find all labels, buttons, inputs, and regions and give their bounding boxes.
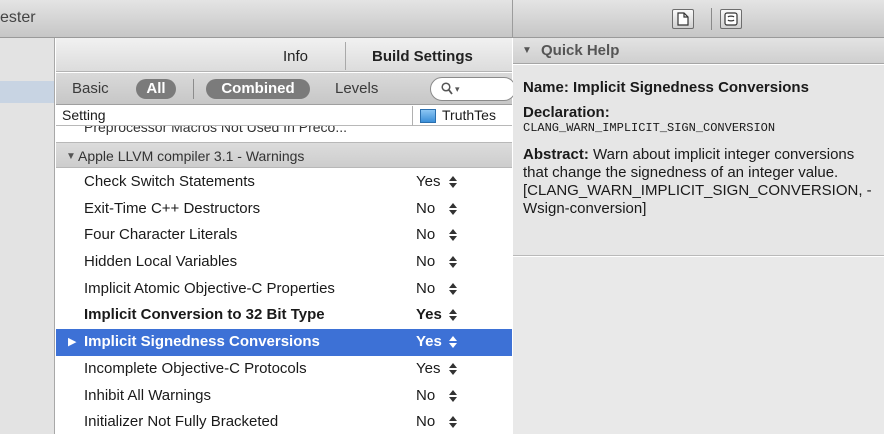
setting-column-label[interactable]: Setting	[62, 107, 106, 123]
abstract-text: Abstract: Warn about implicit integer co…	[523, 146, 874, 218]
popup-stepper-icon[interactable]	[448, 415, 458, 429]
setting-value[interactable]: Yes	[416, 306, 442, 323]
search-input[interactable]	[465, 80, 511, 98]
quick-help-header[interactable]: ▼ Quick Help	[513, 38, 884, 64]
basic-filter-button[interactable]: Basic	[72, 79, 109, 99]
setting-row[interactable]: Exit-Time C++ Destructors No	[56, 196, 512, 223]
navigator-strip	[0, 38, 55, 434]
setting-row[interactable]: Four Character Literals No	[56, 222, 512, 249]
setting-value[interactable]: Yes	[416, 333, 442, 350]
popup-stepper-icon[interactable]	[448, 308, 458, 322]
setting-row[interactable]: Incomplete Objective-C Protocols Yes	[56, 356, 512, 383]
setting-row-modified[interactable]: Implicit Conversion to 32 Bit Type Yes	[56, 302, 512, 329]
setting-row[interactable]: Implicit Atomic Objective-C Properties N…	[56, 276, 512, 303]
declaration-value: CLANG_WARN_IMPLICIT_SIGN_CONVERSION	[523, 121, 776, 135]
quick-help-icon	[724, 12, 738, 26]
disclosure-triangle-icon[interactable]: ▼	[66, 151, 76, 162]
popup-stepper-icon[interactable]	[448, 335, 458, 349]
quick-help-button[interactable]	[720, 9, 742, 29]
setting-value[interactable]: No	[416, 413, 435, 430]
filter-bar: Basic All Combined Levels ▾	[56, 73, 516, 105]
setting-name: Inhibit All Warnings	[84, 386, 212, 404]
setting-value[interactable]: No	[416, 387, 435, 404]
title-bar: ester	[0, 0, 884, 38]
setting-row[interactable]: Hidden Local Variables No	[56, 249, 512, 276]
target-icon	[420, 109, 436, 123]
scrolled-row[interactable]: Preprocessor Macros Not Used In Preco...	[56, 126, 512, 138]
setting-name: Hidden Local Variables	[84, 253, 238, 271]
all-filter-button[interactable]: All	[136, 79, 176, 99]
quick-help-content: Name: Implicit Signedness Conversions De…	[513, 65, 884, 256]
quick-help-title: Quick Help	[541, 42, 620, 59]
tab-separator	[345, 42, 346, 70]
setting-value[interactable]: Yes	[416, 360, 440, 377]
setting-row-selected[interactable]: ▶ Implicit Signedness Conversions Yes	[56, 329, 512, 356]
quick-help-empty-area	[513, 257, 884, 434]
setting-name: Check Switch Statements	[84, 173, 255, 190]
setting-name: Implicit Signedness Conversions	[84, 333, 320, 351]
combined-view-button[interactable]: Combined	[206, 79, 310, 99]
setting-row[interactable]: Check Switch Statements Yes	[56, 169, 512, 196]
tab-info[interactable]: Info	[283, 48, 308, 65]
popup-stepper-icon[interactable]	[448, 282, 458, 296]
panel-separator	[512, 0, 513, 38]
setting-row[interactable]: Initializer Not Fully Bracketed No	[56, 409, 512, 434]
setting-name: Implicit Atomic Objective-C Properties	[84, 279, 335, 297]
name-label: Name:	[523, 79, 569, 96]
settings-list: Check Switch Statements Yes Exit-Time C+…	[56, 169, 512, 434]
search-scope-icon[interactable]: ▾	[455, 84, 460, 95]
column-divider[interactable]	[412, 106, 413, 126]
scrolled-row-label: Preprocessor Macros Not Used In Preco...	[84, 126, 347, 135]
disclosure-triangle-icon[interactable]: ▼	[522, 45, 532, 56]
setting-row[interactable]: Inhibit All Warnings No	[56, 383, 512, 410]
tab-build-settings[interactable]: Build Settings	[372, 48, 473, 65]
toolbar-divider	[711, 8, 712, 30]
popup-stepper-icon[interactable]	[448, 362, 458, 376]
setting-name: Initializer Not Fully Bracketed	[84, 413, 279, 431]
setting-value[interactable]: No	[416, 200, 435, 217]
editor-tabs: Info Build Settings	[56, 38, 512, 72]
abstract-build-setting: [CLANG_WARN_IMPLICIT_SIGN_CONVERSION, -W…	[523, 182, 872, 217]
setting-name: Incomplete Objective-C Protocols	[84, 359, 307, 377]
popup-stepper-icon[interactable]	[448, 228, 458, 242]
file-inspector-button[interactable]	[672, 9, 694, 29]
setting-value[interactable]: No	[416, 280, 435, 297]
search-field[interactable]: ▾	[430, 77, 516, 101]
document-icon	[677, 12, 689, 26]
search-icon	[441, 82, 453, 95]
settings-column-header: Setting TruthTes	[56, 106, 512, 126]
abstract-label: Abstract:	[523, 146, 589, 163]
filter-divider	[193, 79, 194, 99]
setting-value[interactable]: No	[416, 253, 435, 270]
setting-name: Four Character Literals	[84, 226, 238, 244]
navigator-selected-item[interactable]	[0, 81, 54, 103]
group-header-label: Apple LLVM compiler 3.1 - Warnings	[78, 148, 305, 164]
target-column-label[interactable]: TruthTes	[442, 107, 496, 123]
popup-stepper-icon[interactable]	[448, 202, 458, 216]
group-header[interactable]: ▼ Apple LLVM compiler 3.1 - Warnings	[56, 142, 512, 168]
popup-stepper-icon[interactable]	[448, 389, 458, 403]
setting-value[interactable]: No	[416, 226, 435, 243]
quick-help-name-line: Name: Implicit Signedness Conversions	[523, 79, 874, 96]
popup-stepper-icon[interactable]	[448, 175, 458, 189]
setting-name: Implicit Conversion to 32 Bit Type	[84, 306, 325, 324]
expand-triangle-icon[interactable]: ▶	[68, 335, 76, 348]
window-title: ester	[0, 9, 36, 26]
levels-view-button[interactable]: Levels	[335, 79, 378, 99]
popup-stepper-icon[interactable]	[448, 255, 458, 269]
setting-value[interactable]: Yes	[416, 173, 440, 190]
setting-name: Exit-Time C++ Destructors	[84, 199, 261, 217]
setting-title: Implicit Signedness Conversions	[573, 79, 809, 96]
declaration-label: Declaration:	[523, 104, 610, 121]
